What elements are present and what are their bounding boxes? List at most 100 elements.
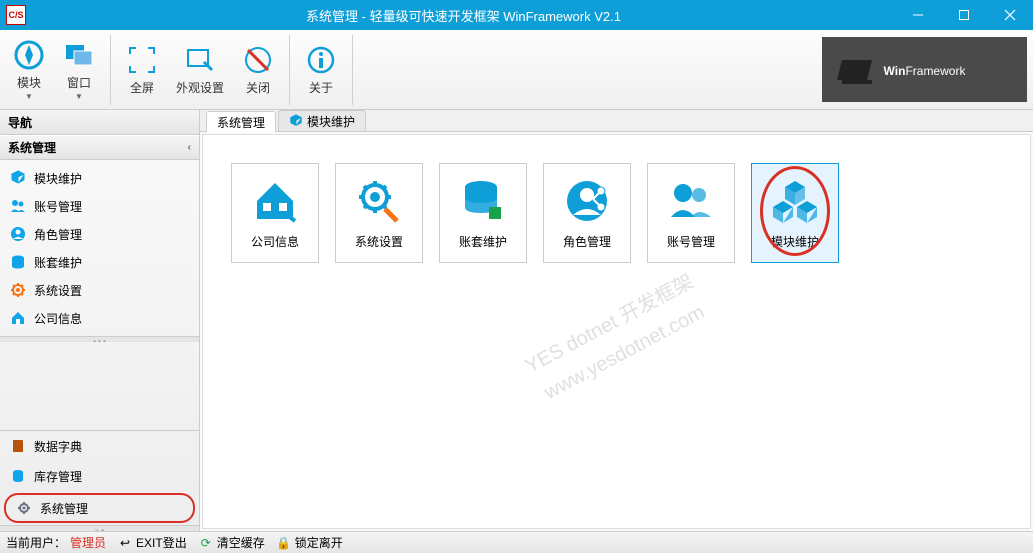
- tile-cubes[interactable]: 模块维护: [751, 163, 839, 263]
- tab-label: 系统管理: [217, 114, 265, 131]
- bottom-nav-item-1[interactable]: 库存管理: [0, 461, 199, 491]
- exit-button[interactable]: ↩EXIT登出: [118, 534, 187, 551]
- toolbar: 模块 ▼ 窗口 ▼ 全屏 外观设置 关闭 关于 WinFramework: [0, 30, 1033, 110]
- tile-label: 账套维护: [459, 233, 507, 250]
- clear-cache-button[interactable]: ⟳清空缓存: [199, 534, 265, 551]
- fullscreen-label: 全屏: [130, 79, 154, 96]
- sidebar-item-2[interactable]: 角色管理: [0, 220, 199, 248]
- settings-orange-icon: [10, 282, 26, 298]
- bottom-nav-label: 库存管理: [34, 468, 82, 485]
- chevron-left-icon: ‹: [188, 142, 191, 153]
- watermark: YES dotnet 开发框架 www.yesdotnet.com: [519, 266, 714, 410]
- tab-label: 模块维护: [307, 113, 355, 130]
- brand-bold: Win: [884, 64, 906, 78]
- sidebar-bottom-nav: 数据字典库存管理系统管理: [0, 430, 199, 525]
- tile-label: 账号管理: [667, 233, 715, 250]
- sidebar-section-header[interactable]: 系统管理‹: [0, 135, 199, 160]
- tab-body: YES dotnet 开发框架 www.yesdotnet.com 公司信息 系统…: [202, 134, 1031, 529]
- module-icon: [10, 170, 26, 186]
- bottom-nav-item-2[interactable]: 系统管理: [4, 493, 195, 523]
- brand-light: Framework: [905, 64, 965, 78]
- tile-label: 模块维护: [771, 233, 819, 250]
- book-icon: [10, 438, 26, 454]
- tile-home[interactable]: 公司信息: [231, 163, 319, 263]
- sidebar-items: 模块维护账号管理角色管理账套维护系统设置公司信息: [0, 160, 199, 336]
- sidebar-item-label: 角色管理: [34, 226, 82, 243]
- dropdown-icon: ▼: [25, 92, 33, 101]
- fullscreen-button[interactable]: 全屏: [119, 35, 165, 105]
- brand-logo: WinFramework: [822, 37, 1027, 102]
- sidebar-item-5[interactable]: 公司信息: [0, 304, 199, 332]
- window-button[interactable]: 窗口 ▼: [56, 35, 102, 105]
- sidebar-item-3[interactable]: 账套维护: [0, 248, 199, 276]
- maximize-button[interactable]: [941, 0, 987, 30]
- bottom-nav-label: 数据字典: [34, 438, 82, 455]
- appearance-button[interactable]: 外观设置: [169, 35, 231, 105]
- module-label: 模块: [17, 74, 41, 91]
- users-icon: [667, 177, 715, 225]
- module-button[interactable]: 模块 ▼: [6, 35, 52, 105]
- close-button[interactable]: [987, 0, 1033, 30]
- current-user: 当前用户：管理员: [6, 534, 106, 551]
- window-title: 系统管理 - 轻量级可快速开发框架 WinFramework V2.1: [32, 6, 895, 25]
- close-tool-button[interactable]: 关闭: [235, 35, 281, 105]
- home-icon: [251, 177, 299, 225]
- window-label: 窗口: [67, 74, 91, 91]
- statusbar: 当前用户：管理员 ↩EXIT登出 ⟳清空缓存 🔒锁定离开: [0, 531, 1033, 553]
- titlebar: C/S 系统管理 - 轻量级可快速开发框架 WinFramework V2.1: [0, 0, 1033, 30]
- exit-icon: ↩: [118, 536, 132, 550]
- tile-user-share[interactable]: 角色管理: [543, 163, 631, 263]
- compass-icon: [13, 39, 45, 71]
- content: 系统管理模块维护 YES dotnet 开发框架 www.yesdotnet.c…: [200, 110, 1033, 531]
- minimize-button[interactable]: [895, 0, 941, 30]
- dropdown-icon: ▼: [75, 92, 83, 101]
- tab-1[interactable]: 模块维护: [278, 110, 366, 131]
- user-share-icon: [563, 177, 611, 225]
- app-icon: C/S: [6, 5, 26, 25]
- sidebar-item-label: 账套维护: [34, 254, 82, 271]
- home-icon: [10, 310, 26, 326]
- info-icon: [305, 44, 337, 76]
- tile-label: 公司信息: [251, 233, 299, 250]
- settings-icon: [355, 177, 403, 225]
- sidebar-resize-handle[interactable]: • • •: [0, 336, 199, 342]
- sidebar-item-label: 系统设置: [34, 282, 82, 299]
- db-icon: [459, 177, 507, 225]
- main-area: 导航 系统管理‹ 模块维护账号管理角色管理账套维护系统设置公司信息 • • • …: [0, 110, 1033, 531]
- tile-users[interactable]: 账号管理: [647, 163, 735, 263]
- bottom-nav-label: 系统管理: [40, 500, 88, 517]
- sidebar-item-label: 模块维护: [34, 170, 82, 187]
- tile-label: 系统设置: [355, 233, 403, 250]
- sidebar-item-label: 公司信息: [34, 310, 82, 327]
- sidebar-item-label: 账号管理: [34, 198, 82, 215]
- close-tool-label: 关闭: [246, 79, 270, 96]
- sidebar-item-4[interactable]: 系统设置: [0, 276, 199, 304]
- tile-label: 角色管理: [563, 233, 611, 250]
- bottom-nav-item-0[interactable]: 数据字典: [0, 431, 199, 461]
- fullscreen-icon: [126, 44, 158, 76]
- lock-button[interactable]: 🔒锁定离开: [277, 534, 343, 551]
- appearance-label: 外观设置: [176, 79, 224, 96]
- db-icon: [10, 254, 26, 270]
- window-controls: [895, 0, 1033, 30]
- close-tool-icon: [242, 44, 274, 76]
- tile-db[interactable]: 账套维护: [439, 163, 527, 263]
- windows-icon: [63, 39, 95, 71]
- module-icon: [289, 114, 303, 128]
- tabs: 系统管理 模块维护: [200, 110, 1033, 132]
- appearance-icon: [184, 44, 216, 76]
- sidebar-item-1[interactable]: 账号管理: [0, 192, 199, 220]
- tile-settings[interactable]: 系统设置: [335, 163, 423, 263]
- cubes-icon: [771, 177, 819, 225]
- user-circle-icon: [10, 226, 26, 242]
- tab-0[interactable]: 系统管理: [206, 111, 276, 132]
- inventory-icon: [10, 468, 26, 484]
- gear-icon: [16, 500, 32, 516]
- refresh-icon: ⟳: [199, 536, 213, 550]
- users-icon: [10, 198, 26, 214]
- sidebar: 导航 系统管理‹ 模块维护账号管理角色管理账套维护系统设置公司信息 • • • …: [0, 110, 200, 531]
- sidebar-item-0[interactable]: 模块维护: [0, 164, 199, 192]
- nav-header: 导航: [0, 110, 199, 135]
- about-button[interactable]: 关于: [298, 35, 344, 105]
- lock-icon: 🔒: [277, 536, 291, 550]
